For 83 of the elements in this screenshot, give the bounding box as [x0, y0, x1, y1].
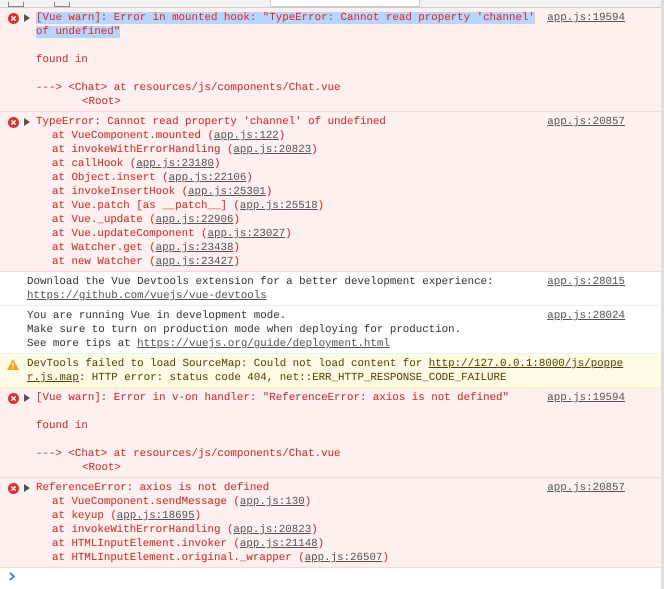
- log-text: ---> <Chat> at resources/js/components/Chat.vue: [36, 448, 341, 460]
- log-text: DevTools failed to load SourceMap: Could not load content for: [27, 358, 424, 370]
- log-text: <Root>: [82, 462, 121, 474]
- source-link[interactable]: app.js:26507: [304, 552, 382, 564]
- log-text: ): [214, 158, 220, 170]
- source-link[interactable]: app.js:25301: [188, 186, 266, 198]
- log-text: at invokeInsertHook (: [52, 186, 188, 198]
- source-link[interactable]: app.js:23427: [156, 256, 234, 268]
- log-text: found in: [36, 420, 88, 432]
- source-link[interactable]: app.js:23027: [208, 228, 286, 240]
- log-text: See more tips at: [27, 338, 132, 350]
- log-text: ): [233, 256, 240, 268]
- log-text: at callHook (: [52, 158, 136, 170]
- expand-triangle-icon[interactable]: [24, 484, 30, 492]
- log-text: TypeError: Cannot read property 'channel' of undefined: [36, 116, 386, 128]
- source-link[interactable]: app.js:20857: [547, 116, 625, 128]
- source-link[interactable]: app.js:23180: [136, 158, 214, 170]
- log-text: ): [304, 496, 312, 508]
- log-text: ): [382, 552, 389, 564]
- log-text: found in: [36, 54, 88, 66]
- log-text: at Object.insert (: [52, 172, 169, 184]
- source-link[interactable]: app.js:18695: [116, 510, 195, 522]
- log-text: at invokeWithErrorHandling (: [52, 144, 234, 156]
- log-text: ): [318, 538, 324, 550]
- log-text: at HTMLInputElement.invoker (: [52, 538, 240, 550]
- log-text: ): [233, 242, 240, 254]
- expand-triangle-icon[interactable]: [24, 394, 30, 402]
- source-link[interactable]: app.js:19594: [547, 12, 625, 24]
- log-text: [Vue warn]: Error in v-on handler: "ReferenceError: axios is not defined": [36, 392, 509, 404]
- log-text: ReferenceError: axios is not defined: [36, 482, 270, 494]
- source-link[interactable]: app.js:28024: [547, 310, 625, 322]
- source-link[interactable]: https://github.com/vuejs/vue-devtools: [27, 290, 267, 302]
- log-text: ): [278, 130, 286, 142]
- error-icon: [8, 117, 18, 128]
- log-text: at HTMLInputElement.original._wrapper (: [52, 552, 305, 564]
- source-link[interactable]: r.js.map: [27, 372, 79, 384]
- log-text: ): [246, 172, 253, 184]
- log-text: : HTTP error: status code 404, net::ERR_HTTP_RESPONSE_CODE_FAILURE: [78, 372, 506, 384]
- log-text: at Vue.patch [as __patch__] (: [52, 200, 240, 212]
- log-text: Make sure to turn on production mode when deploying for production.: [27, 324, 462, 336]
- source-link[interactable]: app.js:19594: [547, 392, 625, 404]
- prompt-chevron-icon: [9, 572, 16, 581]
- log-text: at keyup (: [52, 510, 117, 522]
- expand-triangle-icon[interactable]: [24, 14, 30, 22]
- source-link[interactable]: app.js:130: [240, 496, 305, 508]
- source-link[interactable]: https://vuejs.org/guide/deployment.html: [137, 338, 390, 350]
- log-text: Download the Vue Devtools extension for a better development experience:: [27, 276, 494, 288]
- source-link[interactable]: app.js:122: [214, 130, 279, 142]
- log-text: ): [311, 144, 318, 156]
- source-link[interactable]: app.js:22106: [168, 172, 246, 184]
- log-text: at new Watcher (: [52, 256, 156, 268]
- log-text: ): [194, 510, 202, 522]
- filter-field[interactable]: [270, 0, 420, 7]
- source-link[interactable]: app.js:25518: [240, 200, 318, 212]
- log-text: ): [311, 524, 318, 536]
- log-text: at invokeWithErrorHandling (: [52, 524, 234, 536]
- log-text: ): [318, 200, 324, 212]
- warning-icon: [7, 359, 19, 370]
- error-icon: [8, 13, 18, 24]
- log-text: at Watcher.get (: [52, 242, 156, 254]
- source-link[interactable]: app.js:23438: [156, 242, 234, 254]
- error-icon: [8, 483, 18, 494]
- log-text: ): [233, 214, 240, 226]
- log-text: at VueComponent.mounted (: [52, 130, 214, 142]
- log-text: [Vue warn]: Error in mounted hook: "TypeError: Cannot read property 'channel': [36, 12, 535, 24]
- source-link[interactable]: app.js:21148: [240, 538, 318, 550]
- log-text: of undefined": [36, 26, 120, 38]
- source-link[interactable]: app.js:22906: [156, 214, 234, 226]
- log-text: <Root>: [82, 96, 121, 108]
- log-text: at VueComponent.sendMessage (: [52, 496, 240, 508]
- source-link[interactable]: app.js:28015: [547, 276, 625, 288]
- log-text: at Vue._update (: [52, 214, 156, 226]
- expand-triangle-icon[interactable]: [24, 118, 30, 126]
- log-text: ---> <Chat> at resources/js/components/Chat.vue: [36, 82, 341, 94]
- source-link[interactable]: app.js:20857: [547, 482, 625, 494]
- error-icon: [8, 393, 18, 404]
- log-text: at Vue.updateComponent (: [52, 228, 208, 240]
- source-link[interactable]: app.js:20823: [233, 144, 312, 156]
- source-link[interactable]: http://127.0.0.1:8000/js/poppe: [428, 358, 624, 370]
- source-link[interactable]: app.js:20823: [233, 524, 312, 536]
- log-text: ): [266, 186, 272, 198]
- log-text: You are running Vue in development mode.: [27, 310, 286, 322]
- log-text: ): [285, 228, 292, 240]
